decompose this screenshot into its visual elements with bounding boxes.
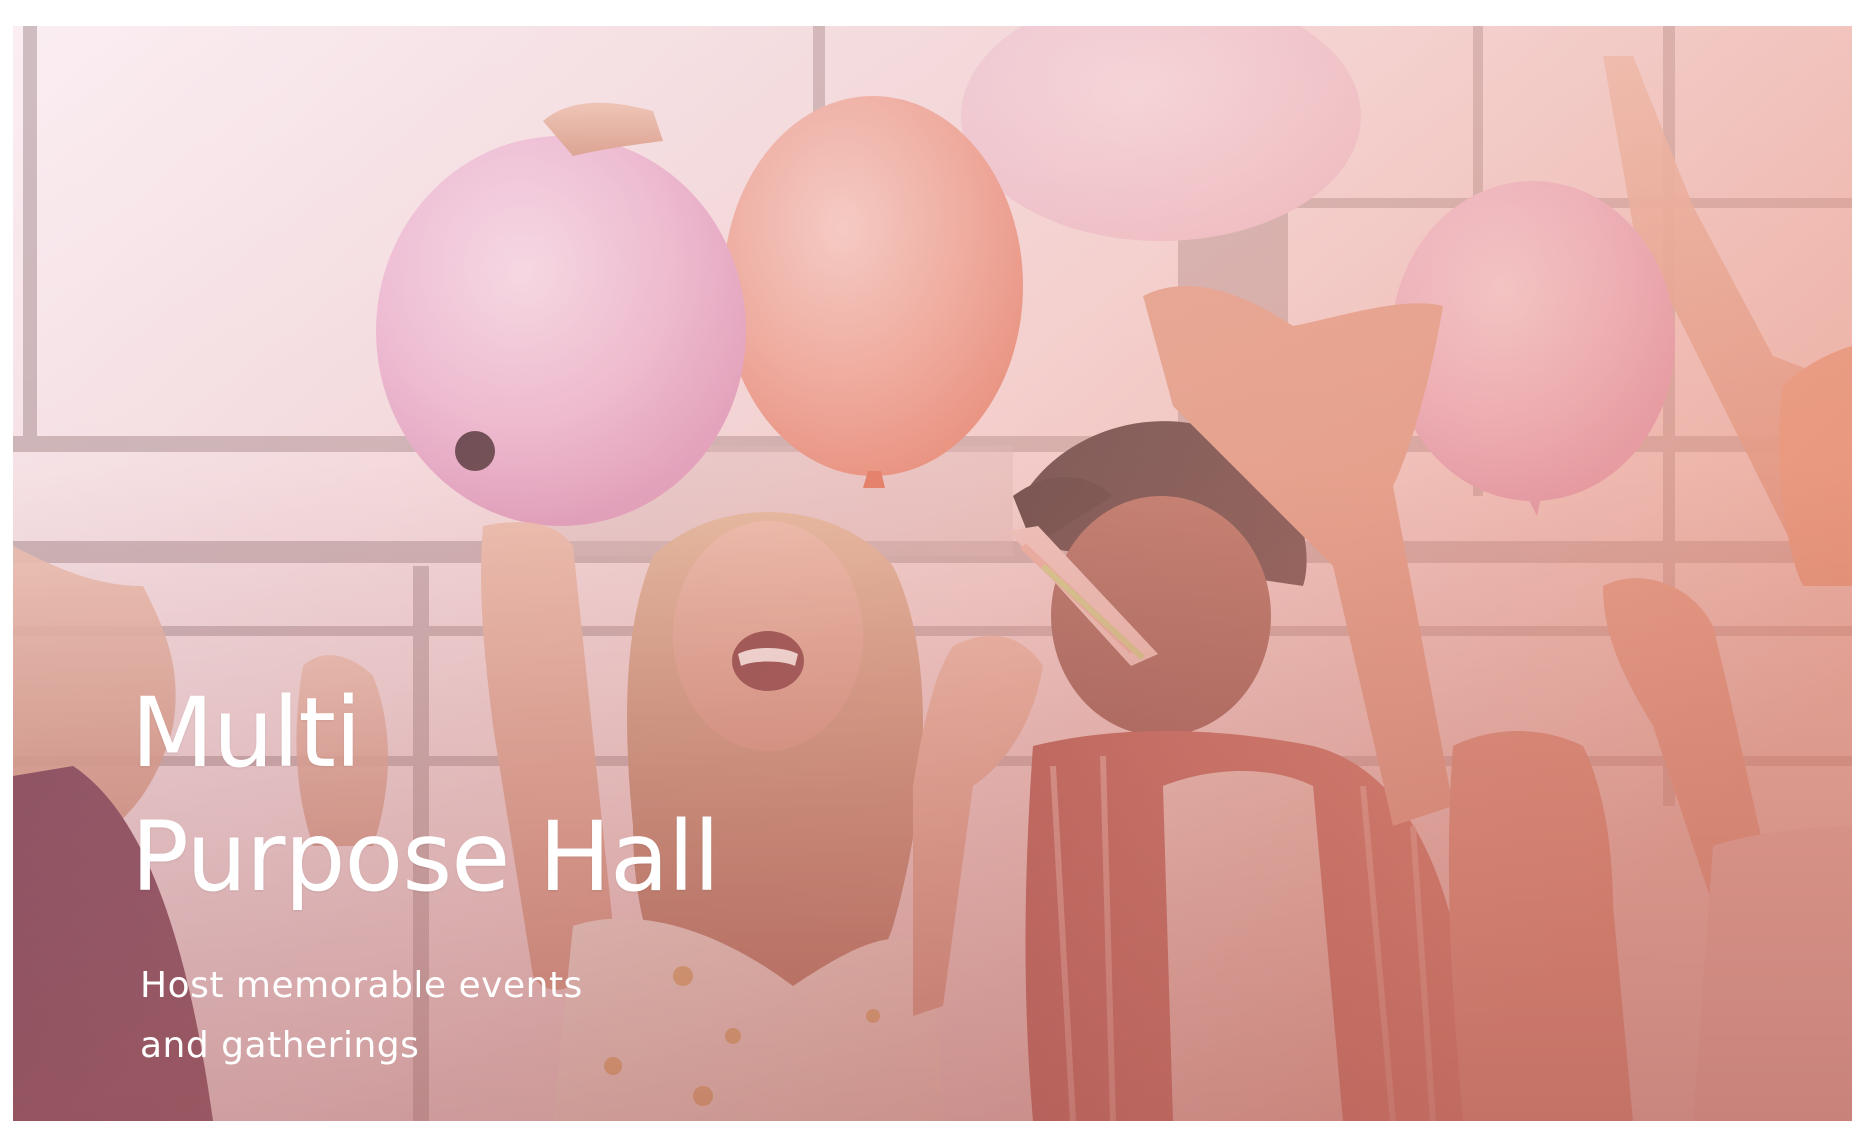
hero-banner: Multi Purpose Hall Host memorable events… bbox=[13, 26, 1852, 1121]
hero-subtitle: Host memorable events and gatherings bbox=[140, 956, 583, 1076]
title-line-1: Multi bbox=[131, 677, 362, 789]
subtitle-line-1: Host memorable events bbox=[140, 965, 583, 1006]
subtitle-line-2: and gatherings bbox=[140, 1025, 420, 1066]
title-line-2: Purpose Hall bbox=[131, 801, 720, 913]
page-title: Multi Purpose Hall bbox=[131, 671, 720, 919]
